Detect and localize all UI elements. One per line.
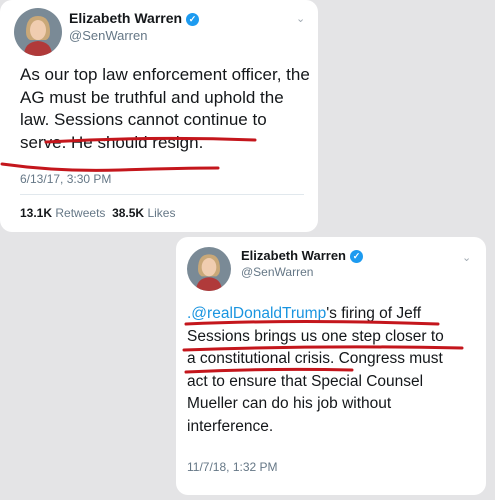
author-name[interactable]: Elizabeth Warren ✓ bbox=[241, 248, 363, 263]
author-handle[interactable]: @SenWarren bbox=[69, 28, 147, 43]
verified-badge-icon: ✓ bbox=[186, 13, 200, 26]
tweet-line: act to ensure that Special Counsel bbox=[187, 372, 424, 390]
divider bbox=[20, 194, 304, 195]
tweet-line: interference. bbox=[187, 417, 274, 435]
verified-badge-icon: ✓ bbox=[349, 250, 363, 263]
avatar[interactable] bbox=[14, 8, 62, 56]
retweet-count[interactable]: 13.1K bbox=[20, 206, 52, 220]
chevron-down-icon[interactable]: ⌄ bbox=[296, 12, 305, 25]
tweet-line: Sessions brings us one step closer to bbox=[187, 327, 444, 345]
author-handle[interactable]: @SenWarren bbox=[241, 265, 313, 279]
tweet-text: As our top law enforcement officer, the … bbox=[20, 64, 310, 154]
tweet-line: serve. He should resign. bbox=[20, 132, 204, 152]
tweet-card-1: Elizabeth Warren ✓ @SenWarren ⌄ As our to… bbox=[0, 0, 318, 232]
likes-label[interactable]: Likes bbox=[147, 206, 175, 220]
tweet-text: .@realDonaldTrump's firing of Jeff Sessi… bbox=[187, 303, 444, 438]
tweet-line: law. Sessions cannot continue to bbox=[20, 110, 267, 129]
tweet-line: AG must be truthful and uphold the bbox=[20, 87, 284, 107]
tweet-line: a constitutional crisis. Congress must bbox=[187, 350, 443, 367]
tweet-stats: 13.1K Retweets 38.5K Likes bbox=[20, 206, 175, 220]
mention-link[interactable]: .@realDonaldTrump bbox=[187, 305, 326, 322]
like-count[interactable]: 38.5K bbox=[112, 206, 144, 220]
retweets-label[interactable]: Retweets bbox=[55, 206, 105, 220]
tweet-line: .@realDonaldTrump's firing of Jeff bbox=[187, 305, 422, 322]
tweet-timestamp[interactable]: 6/13/17, 3:30 PM bbox=[20, 172, 111, 186]
tweet-line: Mueller can do his job without bbox=[187, 395, 392, 412]
tweet-timestamp[interactable]: 11/7/18, 1:32 PM bbox=[187, 460, 278, 474]
author-name[interactable]: Elizabeth Warren ✓ bbox=[69, 10, 200, 26]
chevron-down-icon[interactable]: ⌄ bbox=[462, 251, 471, 264]
avatar[interactable] bbox=[187, 247, 231, 291]
tweet-card-2: Elizabeth Warren ✓ @SenWarren ⌄ .@realDon… bbox=[176, 237, 486, 495]
tweet-line: As our top law enforcement officer, the bbox=[20, 65, 310, 84]
